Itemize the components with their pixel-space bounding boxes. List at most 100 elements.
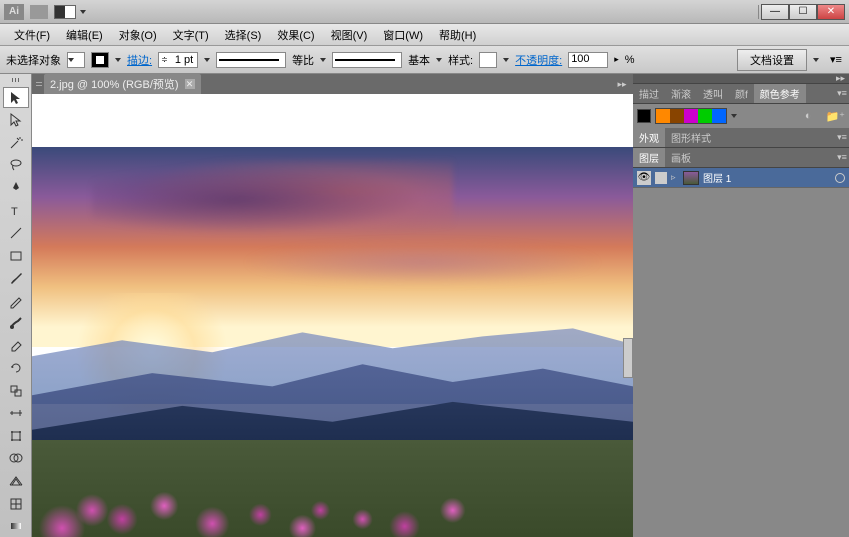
chevron-down-icon[interactable] xyxy=(503,58,509,62)
menu-view[interactable]: 视图(V) xyxy=(323,25,376,45)
document-tab[interactable]: 2.jpg @ 100% (RGB/预览) ✕ xyxy=(44,74,201,94)
opacity-label-link[interactable]: 不透明度: xyxy=(515,52,562,68)
chevron-down-icon[interactable] xyxy=(115,58,121,62)
control-bar: 未选择对象 描边: ≑ 1 pt 等比 基本 样式: 不透明度: 100 ▸ %… xyxy=(0,46,849,74)
menu-effect[interactable]: 效果(C) xyxy=(269,25,322,45)
panel-collapse-bar[interactable]: ▸▸ xyxy=(633,74,849,84)
menu-file[interactable]: 文件(F) xyxy=(6,25,58,45)
chevron-down-icon[interactable] xyxy=(80,10,86,14)
save-group-icon[interactable]: 📁⁺ xyxy=(825,110,845,123)
visibility-toggle-icon[interactable]: 👁 xyxy=(637,171,651,185)
tab-color[interactable]: 颜f xyxy=(729,84,754,103)
svg-text:T: T xyxy=(11,206,18,218)
color-swatch[interactable] xyxy=(712,109,726,123)
panel-flyout-icon[interactable]: ▾≡ xyxy=(835,132,849,143)
minimize-button[interactable]: — xyxy=(761,4,789,20)
stroke-weight-input[interactable]: ≑ 1 pt xyxy=(158,52,198,68)
graphic-style-swatch[interactable] xyxy=(479,52,497,68)
document-tab-bar: 2.jpg @ 100% (RGB/预览) ✕ ▸▸ xyxy=(32,74,633,94)
scale-tool[interactable] xyxy=(3,380,29,402)
stroke-profile-dropdown[interactable] xyxy=(216,52,286,68)
menu-help[interactable]: 帮助(H) xyxy=(431,25,484,45)
document-area: 2.jpg @ 100% (RGB/预览) ✕ ▸▸ xyxy=(32,74,633,537)
panel-flyout-icon[interactable]: ▾≡ xyxy=(835,152,849,163)
layer-name[interactable]: 图层 1 xyxy=(703,170,731,185)
stroke-scale-label: 等比 xyxy=(292,52,314,68)
edit-colors-icon[interactable]: ◐ xyxy=(805,110,812,122)
fill-swatch[interactable] xyxy=(67,52,85,68)
panel-flyout-icon[interactable]: ▾≡ xyxy=(835,88,849,99)
menubar: 文件(F) 编辑(E) 对象(O) 文字(T) 选择(S) 效果(C) 视图(V… xyxy=(0,24,849,46)
brush-dropdown[interactable] xyxy=(332,52,402,68)
tab-layers[interactable]: 图层 xyxy=(633,148,665,167)
color-swatch[interactable] xyxy=(698,109,712,123)
toolbox-grip-icon[interactable] xyxy=(4,78,28,84)
tab-gradient[interactable]: 渐滚 xyxy=(665,84,697,103)
rectangle-tool[interactable] xyxy=(3,245,29,267)
close-button[interactable]: ✕ xyxy=(817,4,845,20)
layer-row[interactable]: 👁 ▹ 图层 1 xyxy=(633,168,849,188)
mesh-tool[interactable] xyxy=(3,493,29,515)
stroke-swatch[interactable] xyxy=(91,52,109,68)
maximize-button[interactable]: ☐ xyxy=(789,4,817,20)
menu-object[interactable]: 对象(O) xyxy=(111,25,165,45)
rotate-tool[interactable] xyxy=(3,357,29,379)
free-transform-tool[interactable] xyxy=(3,425,29,447)
eraser-tool[interactable] xyxy=(3,335,29,357)
color-swatch[interactable] xyxy=(656,109,670,123)
tab-flyout-icon[interactable]: ▸▸ xyxy=(615,79,629,90)
lock-toggle[interactable] xyxy=(655,172,667,184)
toolbox: T xyxy=(0,74,32,537)
harmony-swatches[interactable] xyxy=(655,108,727,124)
color-swatch[interactable] xyxy=(670,109,684,123)
target-icon[interactable] xyxy=(835,173,845,183)
tab-artboards[interactable]: 画板 xyxy=(665,148,697,167)
chevron-down-icon[interactable] xyxy=(731,114,737,118)
perspective-grid-tool[interactable] xyxy=(3,470,29,492)
tab-transparency[interactable]: 透叫 xyxy=(697,84,729,103)
color-swatch[interactable] xyxy=(684,109,698,123)
width-tool[interactable] xyxy=(3,403,29,425)
gradient-tool[interactable] xyxy=(3,515,29,537)
tab-grip-icon[interactable] xyxy=(36,77,44,91)
opacity-input[interactable]: 100 xyxy=(568,52,608,68)
menu-edit[interactable]: 编辑(E) xyxy=(58,25,111,45)
vertical-scrollbar[interactable] xyxy=(623,338,633,378)
base-color-swatch[interactable] xyxy=(637,109,651,123)
titlebar: Ai — ☐ ✕ xyxy=(0,0,849,24)
tab-stroke[interactable]: 描过 xyxy=(633,84,665,103)
lasso-tool[interactable] xyxy=(3,155,29,177)
stroke-label-link[interactable]: 描边: xyxy=(127,52,152,68)
canvas[interactable] xyxy=(32,94,633,537)
expand-layer-icon[interactable]: ▹ xyxy=(671,172,679,183)
document-setup-button[interactable]: 文档设置 xyxy=(737,49,807,71)
pencil-tool[interactable] xyxy=(3,290,29,312)
tab-appearance[interactable]: 外观 xyxy=(633,128,665,147)
control-flyout-icon[interactable]: ▾≡ xyxy=(829,53,843,67)
tab-graphic-styles[interactable]: 图形样式 xyxy=(665,128,717,147)
type-tool[interactable]: T xyxy=(3,200,29,222)
menu-select[interactable]: 选择(S) xyxy=(217,25,270,45)
style-label: 样式: xyxy=(448,52,473,68)
blob-brush-tool[interactable] xyxy=(3,312,29,334)
menu-type[interactable]: 文字(T) xyxy=(165,25,217,45)
chevron-down-icon[interactable] xyxy=(436,58,442,62)
magic-wand-tool[interactable] xyxy=(3,132,29,154)
chevron-down-icon[interactable] xyxy=(813,58,819,62)
shape-builder-tool[interactable] xyxy=(3,448,29,470)
line-tool[interactable] xyxy=(3,222,29,244)
pen-tool[interactable] xyxy=(3,177,29,199)
tab-color-guide[interactable]: 颜色参考 xyxy=(754,84,806,103)
selection-tool[interactable] xyxy=(3,87,29,109)
bridge-icon[interactable] xyxy=(30,5,48,19)
close-tab-icon[interactable]: ✕ xyxy=(185,79,195,89)
paintbrush-tool[interactable] xyxy=(3,267,29,289)
arrange-documents-icon[interactable] xyxy=(54,5,76,19)
chevron-down-icon[interactable] xyxy=(204,58,210,62)
menu-window[interactable]: 窗口(W) xyxy=(375,25,431,45)
chevron-right-icon[interactable]: ▸ xyxy=(614,54,619,65)
opacity-unit: % xyxy=(625,54,635,66)
app-logo-icon: Ai xyxy=(4,4,24,20)
direct-selection-tool[interactable] xyxy=(3,109,29,131)
chevron-down-icon[interactable] xyxy=(320,58,326,62)
